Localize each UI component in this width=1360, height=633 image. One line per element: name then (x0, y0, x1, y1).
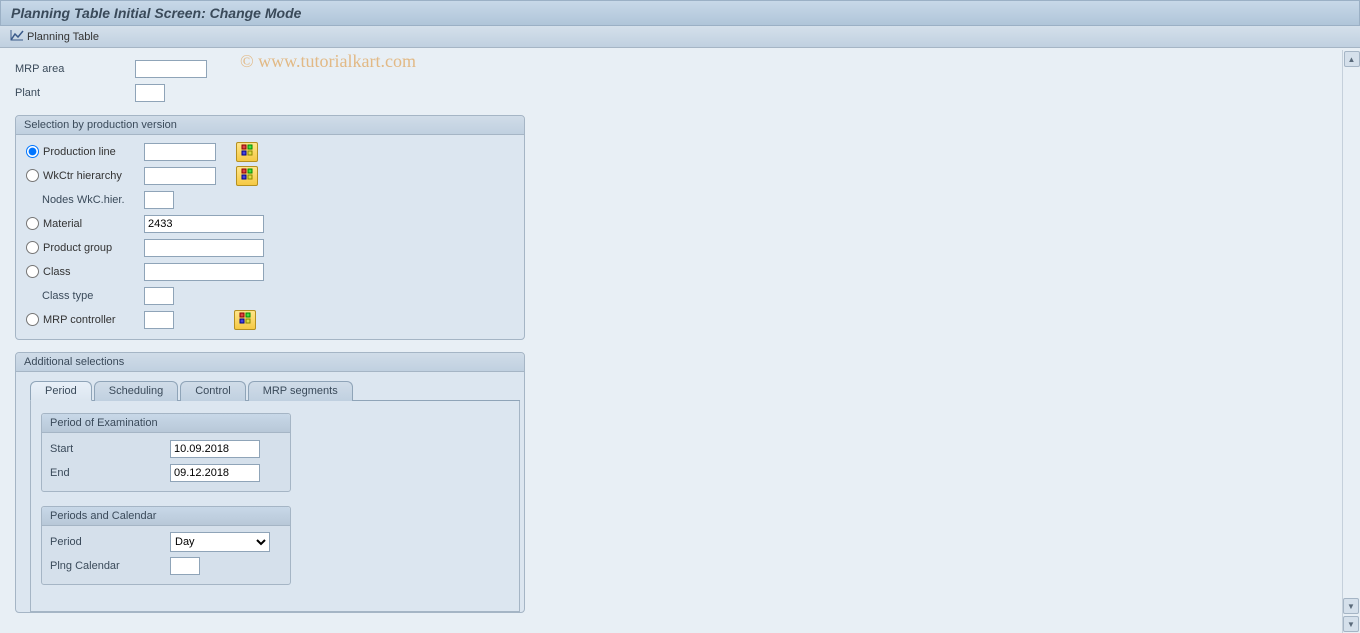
mrp-controller-radio-wrap[interactable]: MRP controller (24, 313, 144, 326)
content-area: MRP area Plant Selection by production v… (0, 48, 1360, 631)
wkctr-hierarchy-multi-button[interactable] (236, 166, 258, 186)
multi-select-icon (241, 168, 253, 183)
nodes-input[interactable] (144, 191, 174, 209)
material-radio[interactable] (26, 217, 39, 230)
start-label: Start (50, 443, 170, 455)
scroll-up-icon[interactable]: ▲ (1344, 51, 1360, 67)
mrp-area-input[interactable] (135, 60, 207, 78)
additional-title: Additional selections (16, 353, 524, 372)
end-label: End (50, 467, 170, 479)
multi-select-icon (239, 312, 251, 327)
plng-calendar-label: Plng Calendar (50, 560, 170, 572)
production-line-input[interactable] (144, 143, 216, 161)
mrp-area-label: MRP area (15, 63, 135, 75)
wkctr-hierarchy-label: WkCtr hierarchy (43, 170, 122, 182)
mrp-controller-multi-button[interactable] (234, 310, 256, 330)
period-dropdown[interactable]: Day (170, 532, 270, 552)
end-date-input[interactable] (170, 464, 260, 482)
product-group-label: Product group (43, 242, 112, 254)
mrp-controller-input[interactable] (144, 311, 174, 329)
material-input[interactable] (144, 215, 264, 233)
period-exam-title: Period of Examination (42, 414, 290, 433)
toolbar: Planning Table © www.tutorialkart.com (0, 26, 1360, 48)
multi-select-icon (241, 144, 253, 159)
wkctr-hierarchy-radio[interactable] (26, 169, 39, 182)
production-line-radio-wrap[interactable]: Production line (24, 145, 144, 158)
plant-label: Plant (15, 87, 135, 99)
tabstrip: Period Scheduling Control MRP segments (30, 380, 520, 401)
period-exam-group: Period of Examination Start End (41, 413, 291, 492)
nodes-label: Nodes WkC.hier. (24, 194, 144, 206)
material-radio-wrap[interactable]: Material (24, 217, 144, 230)
vertical-scrollbar[interactable]: ▲ ▼ ▼ (1342, 50, 1360, 633)
class-type-input[interactable] (144, 287, 174, 305)
tab-mrp-segments[interactable]: MRP segments (248, 381, 353, 401)
wkctr-hierarchy-input[interactable] (144, 167, 216, 185)
product-group-radio[interactable] (26, 241, 39, 254)
selection-title: Selection by production version (16, 116, 524, 135)
wkctr-hierarchy-radio-wrap[interactable]: WkCtr hierarchy (24, 169, 144, 182)
start-date-input[interactable] (170, 440, 260, 458)
page-title-bar: Planning Table Initial Screen: Change Mo… (0, 0, 1360, 26)
production-line-multi-button[interactable] (236, 142, 258, 162)
scroll-down-icon[interactable]: ▼ (1343, 616, 1359, 632)
additional-groupbox: Additional selections Period Scheduling … (15, 352, 525, 613)
planning-table-button[interactable]: Planning Table (10, 29, 99, 44)
class-input[interactable] (144, 263, 264, 281)
tab-control[interactable]: Control (180, 381, 245, 401)
class-radio-wrap[interactable]: Class (24, 265, 144, 278)
planning-table-icon (10, 29, 24, 44)
periods-calendar-group: Periods and Calendar Period Day Plng Cal… (41, 506, 291, 585)
tab-content: Period of Examination Start End Periods … (30, 401, 520, 612)
product-group-input[interactable] (144, 239, 264, 257)
plant-input[interactable] (135, 84, 165, 102)
selection-groupbox: Selection by production version Producti… (15, 115, 525, 340)
planning-table-label: Planning Table (27, 31, 99, 43)
class-type-label: Class type (24, 290, 144, 302)
class-label: Class (43, 266, 71, 278)
production-line-label: Production line (43, 146, 116, 158)
tab-scheduling[interactable]: Scheduling (94, 381, 178, 401)
tab-period[interactable]: Period (30, 381, 92, 401)
scroll-down-icon[interactable]: ▼ (1343, 598, 1359, 614)
product-group-radio-wrap[interactable]: Product group (24, 241, 144, 254)
period-label: Period (50, 536, 170, 548)
mrp-controller-radio[interactable] (26, 313, 39, 326)
material-label: Material (43, 218, 82, 230)
periods-calendar-title: Periods and Calendar (42, 507, 290, 526)
production-line-radio[interactable] (26, 145, 39, 158)
page-title: Planning Table Initial Screen: Change Mo… (11, 5, 301, 21)
mrp-controller-label: MRP controller (43, 314, 116, 326)
plng-calendar-input[interactable] (170, 557, 200, 575)
class-radio[interactable] (26, 265, 39, 278)
